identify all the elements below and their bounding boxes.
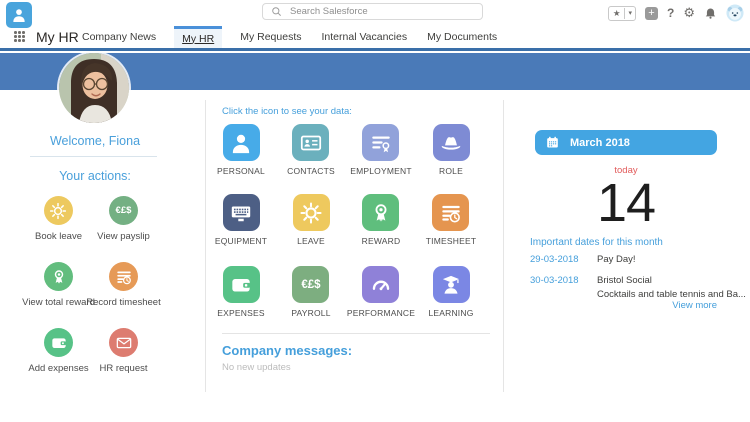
view-more-link[interactable]: View more <box>535 300 717 311</box>
envelope-icon <box>114 333 134 353</box>
tile-learning[interactable]: LEARNING <box>428 266 473 336</box>
important-dates-title: Important dates for this month <box>530 237 663 248</box>
add-button[interactable]: + <box>645 7 658 20</box>
tile-employment[interactable]: EMPLOYMENT <box>350 124 412 194</box>
event-date: 30-03-2018 <box>530 275 579 286</box>
salesforce-my-hr-app: ★ ▾ + ? ⚙ <box>0 0 750 422</box>
id-card-icon <box>298 130 324 156</box>
divider <box>30 156 157 157</box>
event-title: Pay Day! <box>597 254 636 265</box>
help-icon[interactable]: ? <box>667 6 674 20</box>
graduate-icon <box>438 272 464 298</box>
hat-icon <box>438 130 464 156</box>
tile-grid: PERSONAL CONTACTS <box>206 124 486 336</box>
medal-icon <box>49 267 69 287</box>
tab-company-news[interactable]: Company News <box>80 26 158 48</box>
calendar-icon <box>545 135 560 150</box>
tile-payroll[interactable]: €£$ PAYROLL <box>291 266 330 336</box>
tile-timesheet[interactable]: TIMESHEET <box>426 194 476 266</box>
person-icon <box>228 130 254 156</box>
divider-right <box>503 100 504 392</box>
notifications-bell-icon[interactable] <box>704 7 717 20</box>
company-messages-empty: No new updates <box>222 362 291 373</box>
action-hr-request[interactable]: HR request <box>99 328 147 394</box>
search-input[interactable] <box>288 5 462 18</box>
company-messages-title: Company messages: <box>222 343 352 358</box>
currency-icon: €£$ <box>116 205 132 216</box>
timesheet-clock-icon <box>114 267 134 287</box>
app-logo[interactable] <box>6 2 32 28</box>
favorites-button[interactable]: ★ ▾ <box>608 6 636 21</box>
chevron-down-icon: ▾ <box>625 9 635 17</box>
app-name: My HR <box>36 29 79 45</box>
tile-equipment[interactable]: EQUIPMENT <box>215 194 267 266</box>
global-search[interactable] <box>262 3 483 20</box>
tab-my-hr[interactable]: My HR <box>174 26 222 48</box>
profile-photo <box>59 53 129 123</box>
person-icon <box>10 6 28 24</box>
action-add-expenses[interactable]: Add expenses <box>28 328 88 394</box>
action-view-total-reward[interactable]: View total reward <box>22 262 95 328</box>
tile-performance[interactable]: PERFORMANCE <box>347 266 415 336</box>
actions-grid: Book leave €£$ View payslip View tot <box>26 196 156 394</box>
tab-bar: My HR Company News My HR My Requests Int… <box>0 26 750 51</box>
global-header: ★ ▾ + ? ⚙ <box>0 0 750 26</box>
tab-my-requests[interactable]: My Requests <box>238 26 303 48</box>
medal-icon <box>368 200 394 226</box>
tile-contacts[interactable]: CONTACTS <box>287 124 335 194</box>
search-icon <box>271 6 282 17</box>
sun-icon <box>298 200 324 226</box>
sun-icon <box>48 201 68 221</box>
welcome-message: Welcome, Fiona <box>0 134 190 148</box>
divider <box>222 333 490 334</box>
app-launcher-waffle-icon[interactable] <box>14 31 26 43</box>
setup-gear-icon[interactable]: ⚙ <box>683 7 695 20</box>
user-avatar[interactable] <box>726 4 744 22</box>
currency-icon: €£$ <box>301 279 320 291</box>
action-book-leave[interactable]: Book leave <box>35 196 82 262</box>
action-record-timesheet[interactable]: Record timesheet <box>86 262 160 328</box>
tab-list: Company News My HR My Requests Internal … <box>80 26 499 48</box>
gauge-icon <box>368 272 394 298</box>
tile-role[interactable]: ROLE <box>433 124 470 194</box>
calendar-month-header[interactable]: March 2018 <box>535 130 717 155</box>
data-section-title: Click the icon to see your data: <box>222 106 352 117</box>
tile-leave[interactable]: LEAVE <box>293 194 330 266</box>
keyboard-icon <box>228 200 254 226</box>
tile-personal[interactable]: PERSONAL <box>217 124 265 194</box>
event-description: Cocktails and table tennis and Ba... <box>597 289 746 300</box>
calendar-month-label: March 2018 <box>570 137 630 149</box>
timesheet-clock-icon <box>438 200 464 226</box>
tab-internal-vacancies[interactable]: Internal Vacancies <box>320 26 410 48</box>
profile-photo-image <box>59 53 129 123</box>
action-view-payslip[interactable]: €£$ View payslip <box>97 196 150 262</box>
today-date: 14 <box>535 172 717 234</box>
event-date: 29-03-2018 <box>530 254 579 265</box>
koala-avatar-icon <box>726 4 744 22</box>
wallet-icon <box>49 333 69 353</box>
favorites-star-icon: ★ <box>609 8 626 19</box>
your-actions-title: Your actions: <box>0 169 190 183</box>
header-actions: ★ ▾ + ? ⚙ <box>608 0 744 26</box>
event-title: Bristol Social <box>597 275 652 286</box>
tile-reward[interactable]: REWARD <box>362 194 401 266</box>
tile-expenses[interactable]: EXPENSES <box>217 266 264 336</box>
wallet-icon <box>228 272 254 298</box>
document-badge-icon <box>368 130 394 156</box>
tab-my-documents[interactable]: My Documents <box>425 26 499 48</box>
